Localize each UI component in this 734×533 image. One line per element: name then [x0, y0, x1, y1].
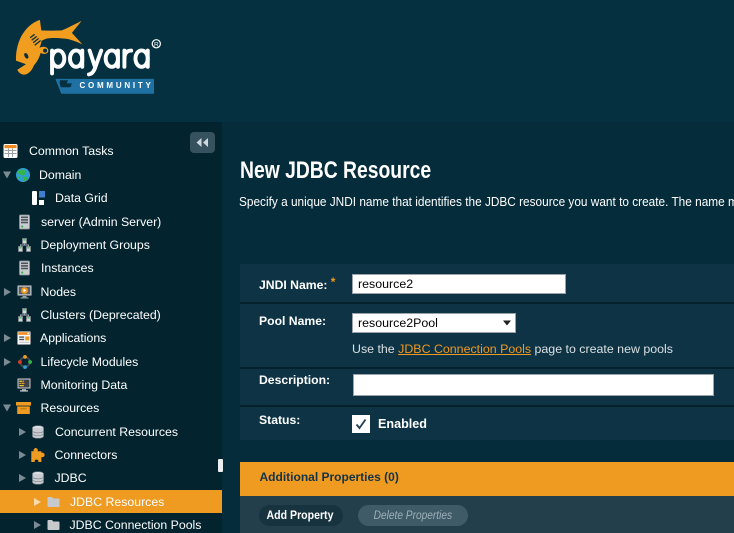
svg-text:R: R	[154, 41, 159, 48]
svg-text:COMMUNITY: COMMUNITY	[80, 81, 154, 90]
